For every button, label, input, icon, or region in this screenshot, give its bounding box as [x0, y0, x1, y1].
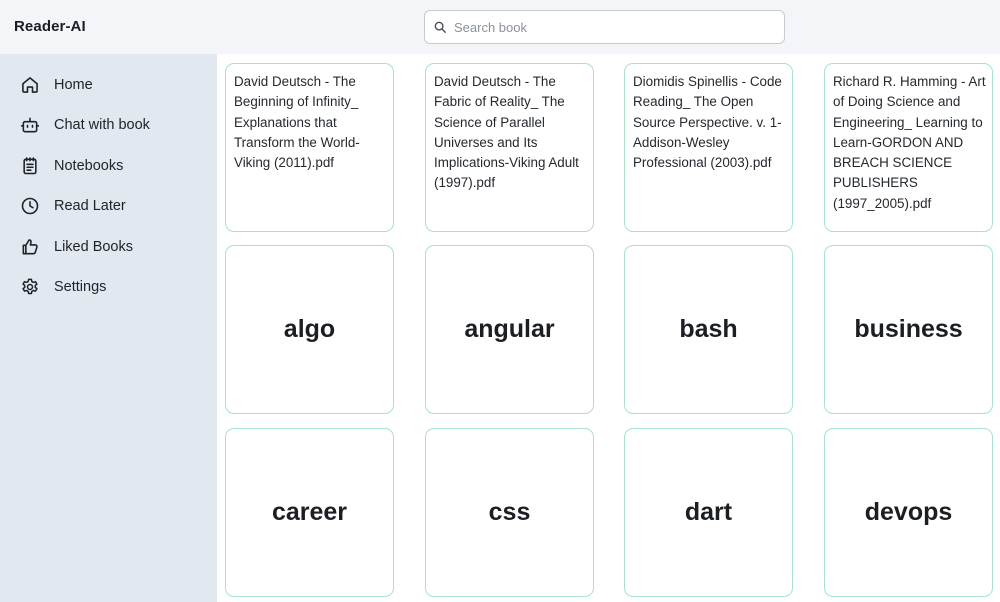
app-root: Reader-AI Home	[0, 0, 1000, 602]
search-box[interactable]	[424, 10, 785, 44]
category-name: devops	[864, 498, 953, 526]
category-card[interactable]: business	[824, 245, 993, 414]
category-card[interactable]: dart	[624, 428, 793, 597]
category-name: angular	[464, 315, 555, 343]
sidebar: Home Chat with book Notebooks Read Later…	[0, 54, 217, 602]
category-card[interactable]: angular	[425, 245, 594, 414]
gear-icon	[20, 277, 40, 297]
sidebar-item-label: Notebooks	[54, 158, 124, 174]
book-title: Richard R. Hamming - Art of Doing Scienc…	[833, 74, 986, 211]
book-title: David Deutsch - The Beginning of Infinit…	[234, 74, 360, 171]
book-card[interactable]: David Deutsch - The Fabric of Reality_ T…	[425, 63, 594, 232]
sidebar-item-liked-books[interactable]: Liked Books	[20, 235, 205, 259]
sidebar-item-notebooks[interactable]: Notebooks	[20, 154, 205, 178]
category-card[interactable]: algo	[225, 245, 394, 414]
home-icon	[20, 75, 40, 95]
search-icon	[434, 21, 446, 33]
top-bar: Reader-AI	[0, 0, 1000, 54]
category-card[interactable]: css	[425, 428, 594, 597]
sidebar-item-read-later[interactable]: Read Later	[20, 194, 205, 218]
book-card[interactable]: David Deutsch - The Beginning of Infinit…	[225, 63, 394, 232]
category-card[interactable]: career	[225, 428, 394, 597]
sidebar-item-home[interactable]: Home	[20, 73, 205, 97]
sidebar-item-label: Liked Books	[54, 239, 133, 255]
category-name: bash	[679, 315, 738, 343]
sidebar-item-label: Chat with book	[54, 117, 150, 133]
book-card[interactable]: Richard R. Hamming - Art of Doing Scienc…	[824, 63, 993, 232]
book-title: Diomidis Spinellis - Code Reading_ The O…	[633, 74, 782, 171]
book-title: David Deutsch - The Fabric of Reality_ T…	[434, 74, 579, 191]
category-card[interactable]: devops	[824, 428, 993, 597]
sidebar-item-label: Read Later	[54, 198, 126, 214]
category-name: dart	[684, 498, 733, 526]
search-input[interactable]	[454, 13, 774, 41]
sidebar-item-chat-with-book[interactable]: Chat with book	[20, 113, 205, 137]
robot-icon	[20, 115, 40, 135]
notebook-icon	[20, 156, 40, 176]
category-card[interactable]: bash	[624, 245, 793, 414]
thumbs-up-icon	[20, 237, 40, 257]
category-name: career	[271, 498, 348, 526]
sidebar-item-label: Home	[54, 77, 93, 93]
sidebar-item-settings[interactable]: Settings	[20, 275, 205, 299]
book-card[interactable]: Diomidis Spinellis - Code Reading_ The O…	[624, 63, 793, 232]
sidebar-item-label: Settings	[54, 279, 107, 295]
category-name: css	[488, 498, 531, 526]
clock-icon	[20, 196, 40, 216]
category-name: business	[854, 315, 963, 343]
category-name: algo	[283, 315, 336, 343]
app-title: Reader-AI	[14, 18, 86, 35]
